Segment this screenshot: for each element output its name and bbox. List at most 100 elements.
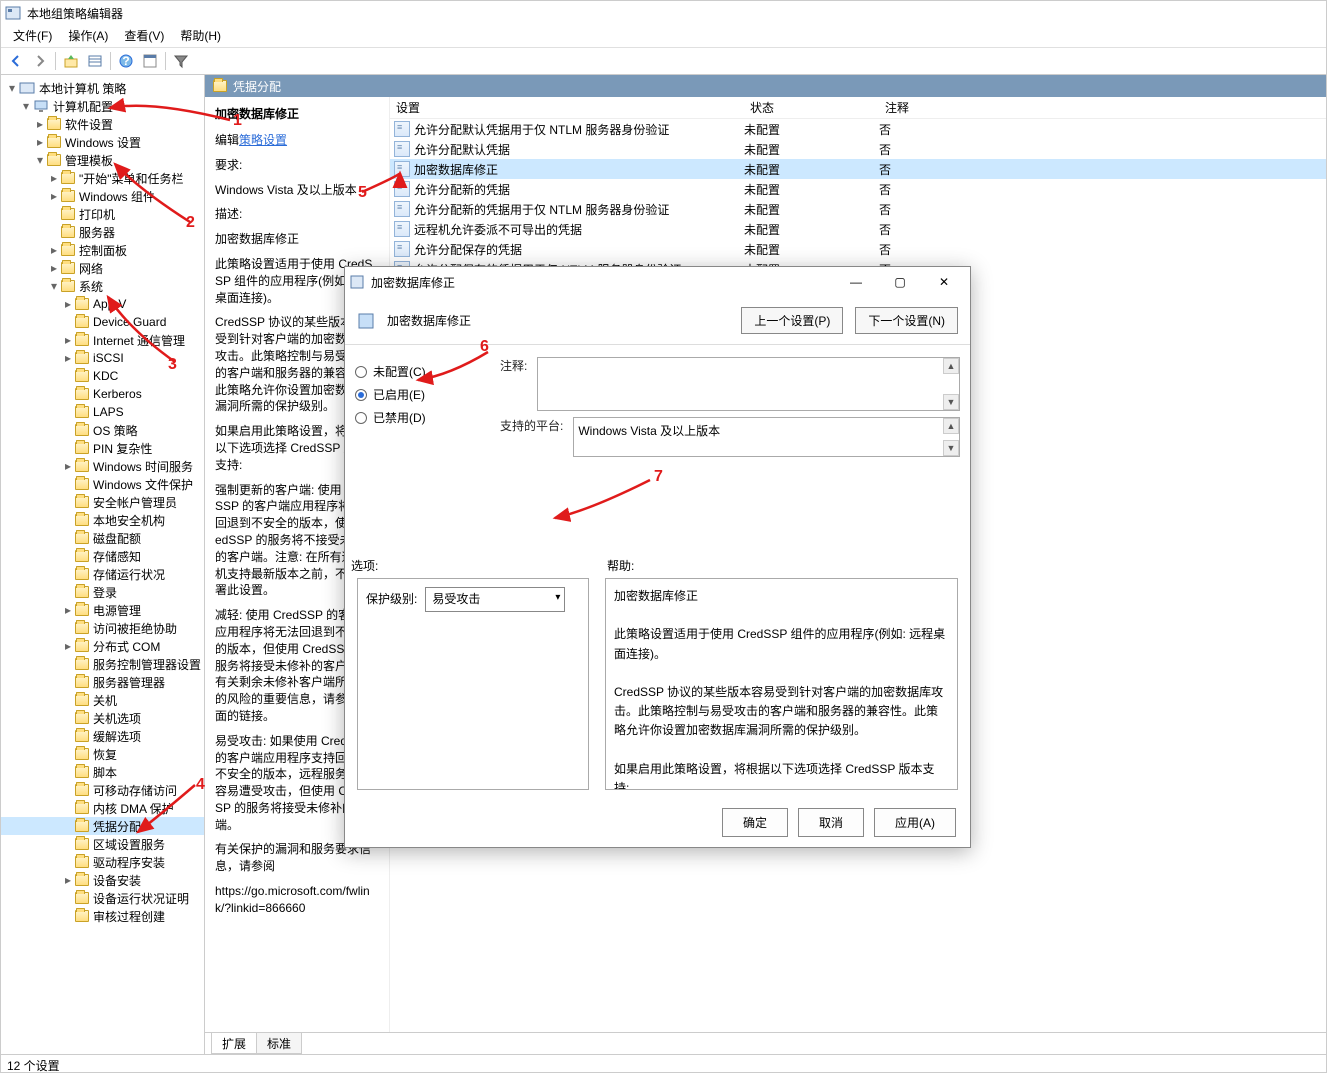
- tree-windows-settings[interactable]: ▸Windows 设置: [1, 133, 204, 151]
- maximize-button[interactable]: ▢: [878, 268, 922, 296]
- options-area: 保护级别: 易受攻击: [357, 578, 589, 790]
- protection-level-select[interactable]: 易受攻击: [425, 587, 565, 612]
- tree-item[interactable]: 审核过程创建: [1, 907, 204, 925]
- tree-item[interactable]: 存储运行状况: [1, 565, 204, 583]
- apply-button[interactable]: 应用(A): [874, 808, 956, 837]
- ok-button[interactable]: 确定: [722, 808, 788, 837]
- tree-pane[interactable]: ▾本地计算机 策略 ▾计算机配置 ▸软件设置 ▸Windows 设置 ▾管理模板…: [1, 75, 205, 1054]
- tree-item[interactable]: ▸设备安装: [1, 871, 204, 889]
- tree-item[interactable]: 缓解选项: [1, 727, 204, 745]
- tree-software[interactable]: ▸软件设置: [1, 115, 204, 133]
- radio-enabled[interactable]: 已启用(E): [355, 386, 480, 403]
- tree-item[interactable]: 驱动程序安装: [1, 853, 204, 871]
- col-state[interactable]: 状态: [744, 97, 879, 118]
- tab-extended[interactable]: 扩展: [211, 1033, 257, 1054]
- row-state: 未配置: [744, 201, 879, 218]
- edit-policy-link[interactable]: 策略设置: [239, 133, 287, 147]
- description-label: 描述:: [215, 206, 379, 223]
- tree-item[interactable]: 存储感知: [1, 547, 204, 565]
- tree-item[interactable]: 可移动存储访问: [1, 781, 204, 799]
- tree-item[interactable]: 关机: [1, 691, 204, 709]
- scroll-down-icon[interactable]: ▼: [943, 440, 959, 456]
- tree-item[interactable]: 本地安全机构: [1, 511, 204, 529]
- tree-item[interactable]: LAPS: [1, 403, 204, 421]
- folder-icon: [75, 658, 89, 670]
- properties-button[interactable]: [139, 50, 161, 72]
- tree-item[interactable]: 内核 DMA 保护: [1, 799, 204, 817]
- list-row[interactable]: 远程机允许委派不可导出的凭据未配置否: [390, 219, 1326, 239]
- scroll-up-icon[interactable]: ▲: [943, 358, 959, 374]
- tree-item[interactable]: 区域设置服务: [1, 835, 204, 853]
- up-button[interactable]: [60, 50, 82, 72]
- folder-icon: [75, 514, 89, 526]
- minimize-button[interactable]: —: [834, 268, 878, 296]
- tree-credential-delegation[interactable]: 凭据分配: [1, 817, 204, 835]
- tree-admin-templates[interactable]: ▾管理模板: [1, 151, 204, 169]
- tree-item[interactable]: 磁盘配额: [1, 529, 204, 547]
- tree-item[interactable]: ▸电源管理: [1, 601, 204, 619]
- tree-item[interactable]: ▸分布式 COM: [1, 637, 204, 655]
- tree-system[interactable]: ▾系统: [1, 277, 204, 295]
- menu-action[interactable]: 操作(A): [60, 25, 116, 47]
- tree-item[interactable]: 登录: [1, 583, 204, 601]
- list-row[interactable]: 允许分配默认凭据用于仅 NTLM 服务器身份验证未配置否: [390, 119, 1326, 139]
- tree-item[interactable]: ▸Internet 通信管理: [1, 331, 204, 349]
- tree-item[interactable]: ▸App-V: [1, 295, 204, 313]
- radio-disabled[interactable]: 已禁用(D): [355, 409, 480, 426]
- folder-icon: [75, 568, 89, 580]
- tree-start-menu[interactable]: ▸"开始"菜单和任务栏: [1, 169, 204, 187]
- tree-item[interactable]: Device Guard: [1, 313, 204, 331]
- close-button[interactable]: ✕: [922, 268, 966, 296]
- tree-item[interactable]: 访问被拒绝协助: [1, 619, 204, 637]
- tree-item[interactable]: 关机选项: [1, 709, 204, 727]
- list-row[interactable]: 允许分配保存的凭据未配置否: [390, 239, 1326, 259]
- list-row[interactable]: 允许分配默认凭据未配置否: [390, 139, 1326, 159]
- list-row[interactable]: 加密数据库修正未配置否: [390, 159, 1326, 179]
- tree-label: 打印机: [79, 206, 115, 223]
- scroll-up-icon[interactable]: ▲: [943, 418, 959, 434]
- tree-server[interactable]: 服务器: [1, 223, 204, 241]
- help-button[interactable]: ?: [115, 50, 137, 72]
- prev-setting-button[interactable]: 上一个设置(P): [741, 307, 843, 334]
- next-setting-button[interactable]: 下一个设置(N): [855, 307, 958, 334]
- list-row[interactable]: 允许分配新的凭据未配置否: [390, 179, 1326, 199]
- col-comment[interactable]: 注释: [879, 97, 1326, 118]
- tree-root[interactable]: ▾本地计算机 策略: [1, 79, 204, 97]
- comment-textbox[interactable]: ▲▼: [537, 357, 960, 411]
- tree-network[interactable]: ▸网络: [1, 259, 204, 277]
- tree-item[interactable]: Windows 文件保护: [1, 475, 204, 493]
- tree-label: 系统: [79, 278, 103, 295]
- tree-item[interactable]: PIN 复杂性: [1, 439, 204, 457]
- tree-computer-config[interactable]: ▾计算机配置: [1, 97, 204, 115]
- tree-item[interactable]: 安全帐户管理员: [1, 493, 204, 511]
- forward-button[interactable]: [29, 50, 51, 72]
- tree-item[interactable]: ▸Windows 时间服务: [1, 457, 204, 475]
- tree-printer[interactable]: 打印机: [1, 205, 204, 223]
- dialog-title-bar: 加密数据库修正 — ▢ ✕: [345, 267, 970, 297]
- col-setting[interactable]: 设置: [390, 97, 744, 118]
- tree-item[interactable]: 服务器管理器: [1, 673, 204, 691]
- menu-help[interactable]: 帮助(H): [172, 25, 229, 47]
- tree-item[interactable]: 设备运行状况证明: [1, 889, 204, 907]
- tree-item[interactable]: 脚本: [1, 763, 204, 781]
- menu-view[interactable]: 查看(V): [116, 25, 172, 47]
- list-row[interactable]: 允许分配新的凭据用于仅 NTLM 服务器身份验证未配置否: [390, 199, 1326, 219]
- folder-icon: [75, 388, 89, 400]
- row-state: 未配置: [744, 141, 879, 158]
- tree-item[interactable]: Kerberos: [1, 385, 204, 403]
- folder-icon: [75, 334, 89, 346]
- back-button[interactable]: [5, 50, 27, 72]
- tree-item[interactable]: 恢复: [1, 745, 204, 763]
- menu-file[interactable]: 文件(F): [5, 25, 60, 47]
- tab-standard[interactable]: 标准: [256, 1033, 302, 1054]
- scroll-down-icon[interactable]: ▼: [943, 394, 959, 410]
- tree-windows-components[interactable]: ▸Windows 组件: [1, 187, 204, 205]
- tree-item[interactable]: OS 策略: [1, 421, 204, 439]
- tree-control-panel[interactable]: ▸控制面板: [1, 241, 204, 259]
- radio-not-configured[interactable]: 未配置(C): [355, 363, 480, 380]
- tree-label: Internet 通信管理: [93, 332, 185, 349]
- filter-button[interactable]: [170, 50, 192, 72]
- tree-item[interactable]: 服务控制管理器设置: [1, 655, 204, 673]
- cancel-button[interactable]: 取消: [798, 808, 864, 837]
- details-view-button[interactable]: [84, 50, 106, 72]
